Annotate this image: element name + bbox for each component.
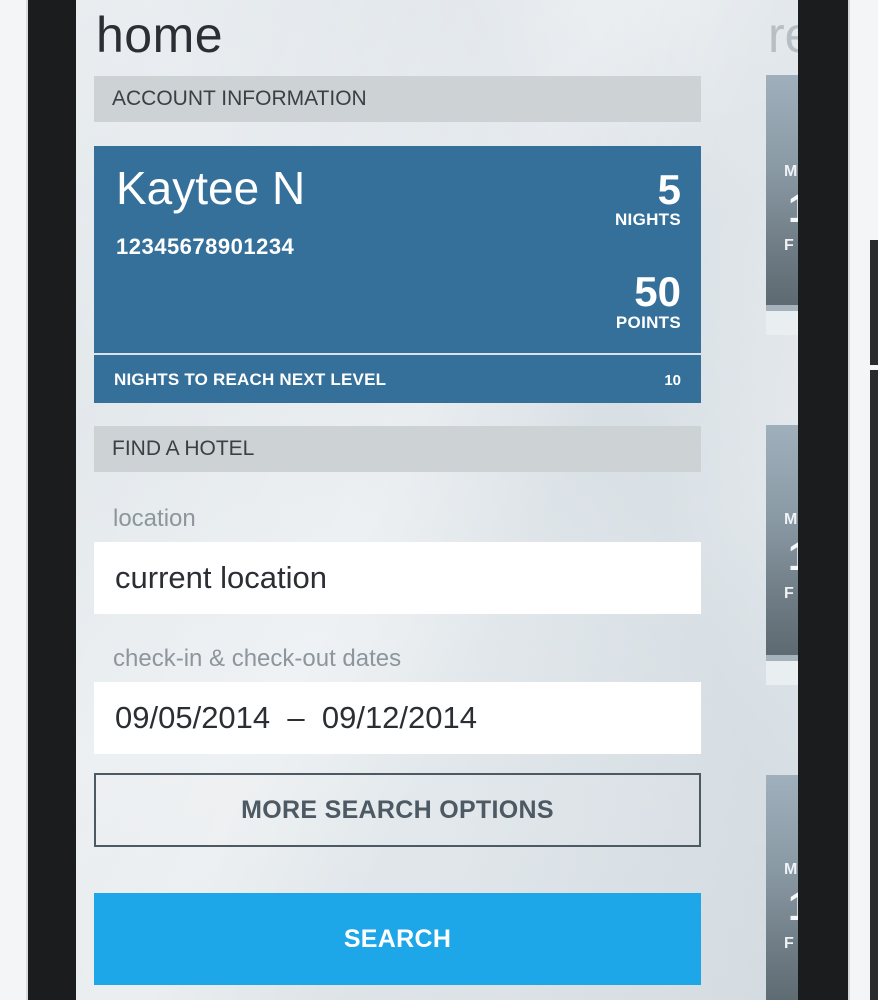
page-title: home [96, 7, 224, 63]
preview-card-text: M [784, 511, 798, 528]
preview-card-number: 1 [788, 535, 798, 580]
location-field[interactable]: current location [94, 542, 701, 614]
account-card[interactable]: Kaytee N 12345678901234 5 NIGHTS 50 POIN… [94, 146, 701, 403]
preview-card-text: F [784, 237, 794, 254]
member-number: 12345678901234 [116, 234, 295, 259]
location-label: location [113, 505, 196, 532]
dates-field[interactable]: 09/05/2014 – 09/12/2014 [94, 682, 701, 754]
preview-card-text: M [784, 861, 798, 878]
preview-card-text: F [784, 585, 794, 602]
next-page-title-peek[interactable]: re [768, 2, 798, 68]
more-search-options-button[interactable]: MORE SEARCH OPTIONS [94, 773, 701, 847]
account-name: Kaytee N [116, 162, 306, 214]
next-level-label: NIGHTS TO REACH NEXT LEVEL [114, 370, 387, 389]
device-bezel-left [28, 0, 76, 1000]
device-frame-right-edge [848, 0, 850, 1000]
points-label: POINTS [615, 313, 681, 332]
preview-card[interactable]: M 1 F [766, 775, 798, 1000]
preview-card-number: 1 [788, 187, 798, 232]
device-frame-left [0, 0, 28, 1000]
nights-label: NIGHTS [614, 210, 681, 229]
nights-value: 5 [657, 166, 681, 213]
preview-card-text: M [784, 163, 798, 180]
device-bezel-right [798, 0, 848, 1000]
device-side-button [870, 370, 878, 1000]
next-level-value: 10 [664, 372, 681, 389]
preview-card-footer [766, 661, 798, 685]
preview-card[interactable]: M 1 F [766, 75, 798, 335]
preview-card-number: 1 [788, 885, 798, 930]
account-card-divider [94, 353, 701, 355]
app-screen: home re ACCOUNT INFORMATION Kaytee N 123… [76, 0, 798, 1000]
dates-label: check-in & check-out dates [113, 645, 402, 672]
preview-card[interactable]: M 1 F [766, 425, 798, 685]
preview-card-footer [766, 311, 798, 335]
device-side-button [870, 240, 878, 365]
search-button[interactable]: SEARCH [94, 893, 701, 985]
preview-card-text: F [784, 935, 794, 952]
points-value: 50 [634, 268, 681, 315]
find-hotel-header: FIND A HOTEL [94, 426, 701, 472]
account-information-header: ACCOUNT INFORMATION [94, 76, 701, 122]
